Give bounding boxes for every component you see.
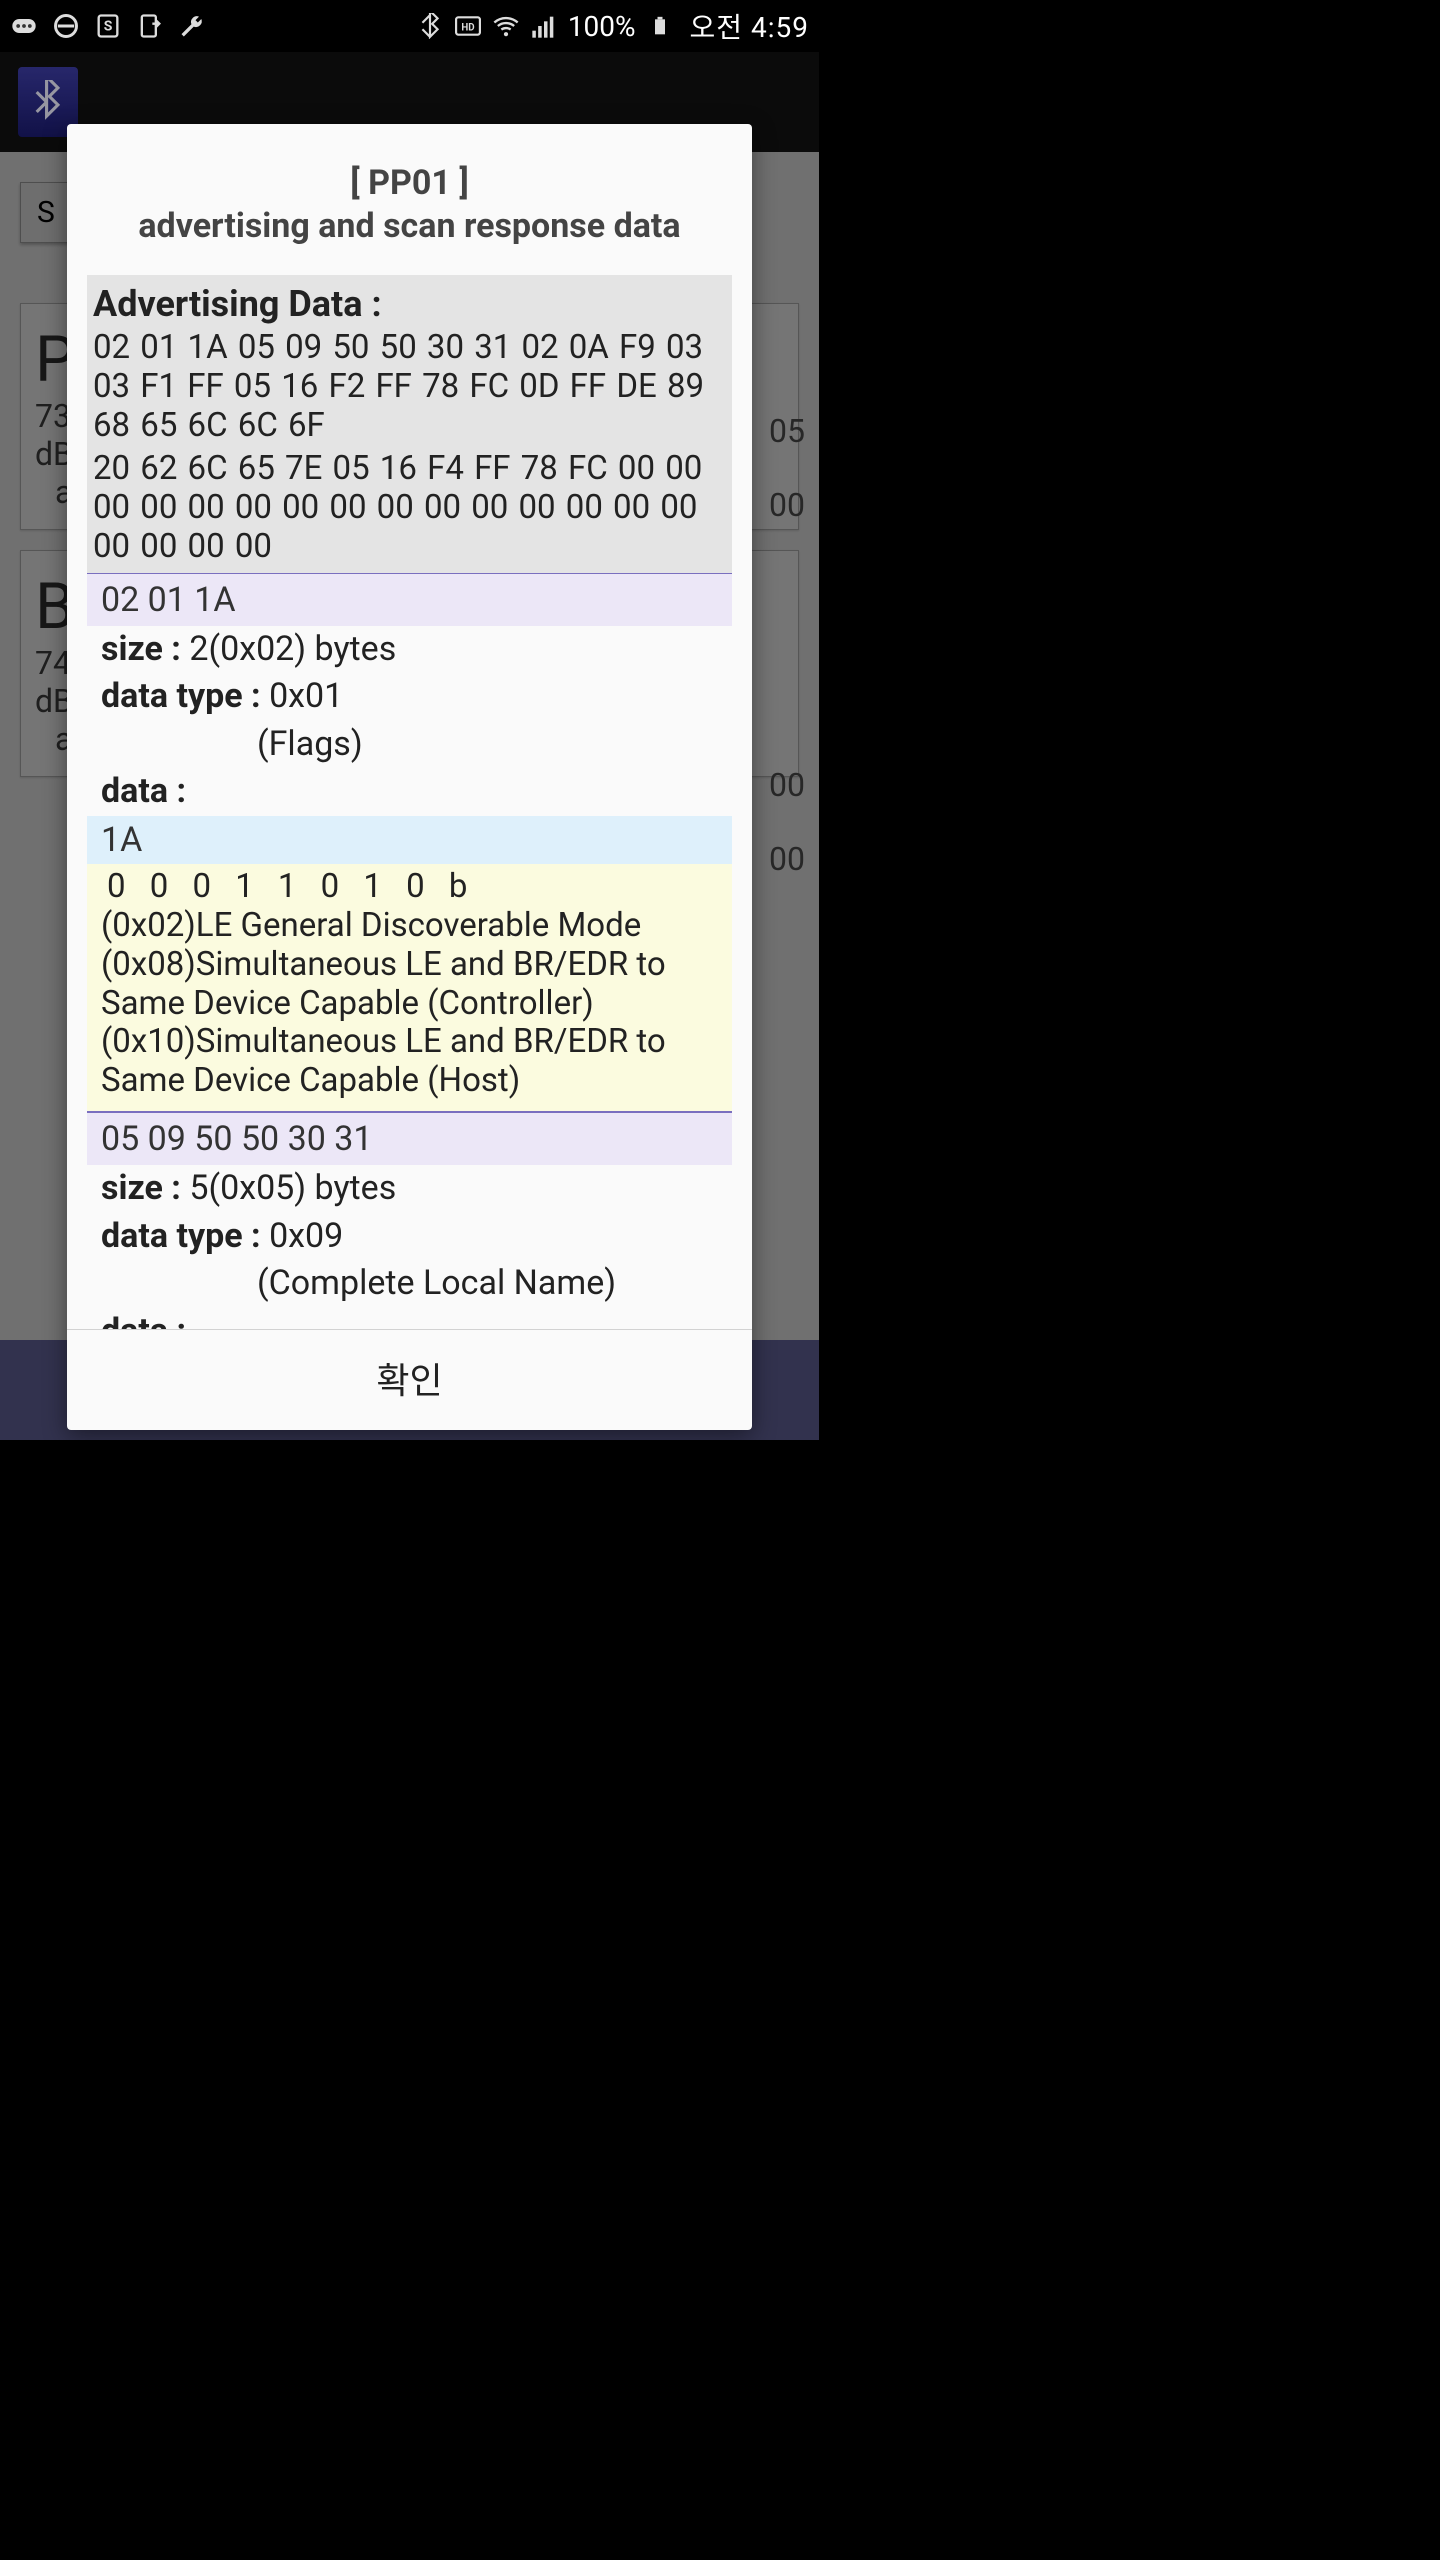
dialog-body[interactable]: Advertising Data : 02 01 1A 05 09 50 50 …	[67, 271, 752, 1329]
chunk-data-label: data :	[87, 768, 732, 816]
size-label: size :	[101, 1168, 189, 1208]
battery-percent: 100%	[568, 10, 636, 43]
chunk-explain: 0 0 0 1 1 0 1 0 b (0x02)LE General Disco…	[87, 864, 732, 1112]
chunk-hex: 05 09 50 50 30 31	[87, 1113, 732, 1165]
adv-hex-line1: 02 01 1A 05 09 50 50 30 31 02 0A F9 03 0…	[93, 325, 726, 446]
chunk-type: data type : 0x09	[87, 1213, 732, 1261]
adv-data-dialog: [ PP01 ] advertising and scan response d…	[67, 124, 752, 1430]
bluetooth-icon	[416, 12, 444, 40]
chunk-size: size : 5(0x05) bytes	[87, 1165, 732, 1213]
adv-chunk: 05 09 50 50 30 31 size : 5(0x05) bytes d…	[87, 1112, 732, 1329]
dialog-title: [ PP01 ] advertising and scan response d…	[67, 124, 752, 271]
size-label: size :	[101, 629, 189, 669]
svg-text:HD: HD	[461, 22, 474, 33]
chunk-hex: 02 01 1A	[87, 574, 732, 626]
chunk-data-label: data :	[87, 1308, 732, 1329]
battery-icon	[646, 12, 674, 40]
wrench-icon	[178, 12, 206, 40]
adv-data-section: Advertising Data : 02 01 1A 05 09 50 50 …	[87, 275, 732, 573]
type-value: 0x09	[269, 1216, 343, 1256]
signal-icon	[530, 12, 558, 40]
block-icon	[52, 12, 80, 40]
more-icon	[10, 12, 38, 40]
chunk-explain-text: (0x02)LE General Discoverable Mode (0x08…	[101, 907, 718, 1102]
notif-s-icon: S	[94, 12, 122, 40]
dialog-title-sub: advertising and scan response data	[89, 205, 730, 248]
svg-text:S: S	[104, 19, 113, 35]
modal-overlay[interactable]: [ PP01 ] advertising and scan response d…	[0, 52, 819, 1440]
chunk-bits: 0 0 0 1 1 0 1 0 b	[101, 868, 718, 907]
export-icon	[136, 12, 164, 40]
parsed-chunks: 02 01 1A size : 2(0x02) bytes data type …	[87, 573, 732, 1329]
data-label: data :	[101, 771, 186, 811]
data-label: data :	[101, 1311, 186, 1329]
dialog-footer: 확인	[67, 1329, 752, 1430]
status-left-icons: S	[10, 12, 206, 40]
adv-chunk: 02 01 1A size : 2(0x02) bytes data type …	[87, 573, 732, 1113]
status-right-icons: HD 100% 오전 4:59	[416, 6, 809, 46]
ok-button[interactable]: 확인	[376, 1352, 442, 1404]
chunk-type-desc: (Complete Local Name)	[87, 1260, 732, 1308]
adv-data-label: Advertising Data :	[93, 283, 726, 325]
wifi-icon	[492, 12, 520, 40]
chunk-type: data type : 0x01	[87, 673, 732, 721]
chunk-data-hex: 1A	[87, 816, 732, 864]
chunk-size: size : 2(0x02) bytes	[87, 626, 732, 674]
type-value: 0x01	[269, 676, 343, 716]
adv-hex-line2: 20 62 6C 65 7E 05 16 F4 FF 78 FC 00 00 0…	[93, 446, 726, 567]
size-value: 5(0x05) bytes	[189, 1168, 396, 1208]
dialog-title-name: [ PP01 ]	[89, 162, 730, 205]
type-label: data type :	[101, 676, 269, 716]
clock: 오전 4:59	[690, 6, 809, 46]
size-value: 2(0x02) bytes	[189, 629, 396, 669]
hd-icon: HD	[454, 12, 482, 40]
type-label: data type :	[101, 1216, 269, 1256]
chunk-type-desc: (Flags)	[87, 721, 732, 769]
status-bar: S HD 100% 오전 4:59	[0, 0, 819, 52]
